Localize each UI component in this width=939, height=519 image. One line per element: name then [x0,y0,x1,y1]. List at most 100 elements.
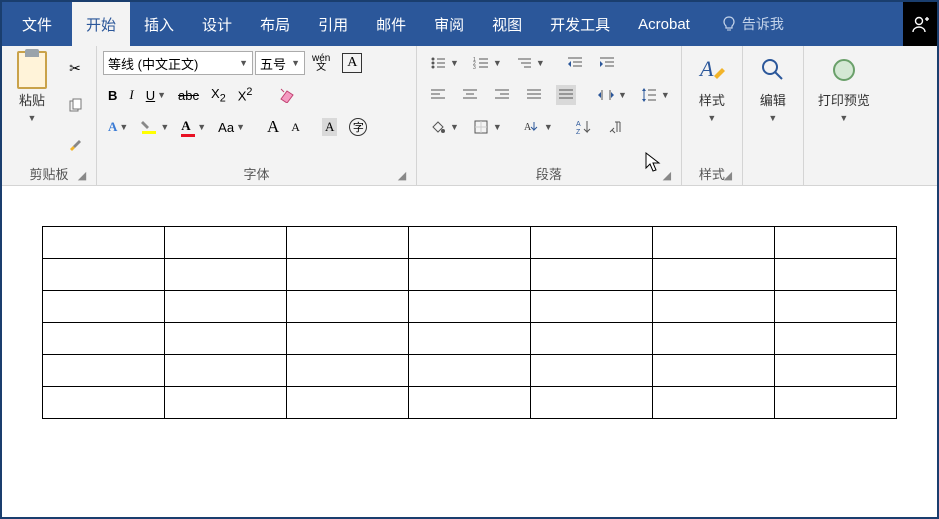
table-row[interactable] [43,323,897,355]
table-cell[interactable] [43,291,165,323]
decrease-indent-button[interactable] [560,50,590,76]
dialog-launcher-icon[interactable]: ◢ [722,169,734,181]
tell-me[interactable]: 告诉我 [710,2,796,46]
borders-button[interactable]: ▼ [466,114,507,140]
superscript-button[interactable]: X2 [233,83,258,106]
clear-format-button[interactable] [273,82,303,108]
table-cell[interactable] [165,323,287,355]
table-cell[interactable] [165,387,287,419]
table-cell[interactable] [775,227,897,259]
increase-indent-button[interactable] [592,50,622,76]
tab-design[interactable]: 设计 [188,2,246,46]
table-cell[interactable] [165,227,287,259]
subscript-button[interactable]: X2 [206,83,231,108]
table-cell[interactable] [531,323,653,355]
align-justify-button[interactable] [519,82,549,108]
sort-button[interactable]: AZ [568,114,598,140]
table-row[interactable] [43,259,897,291]
table-cell[interactable] [409,291,531,323]
table-cell[interactable] [165,291,287,323]
font-size-select[interactable]: 五号▼ [255,51,305,75]
tab-developer[interactable]: 开发工具 [536,2,624,46]
font-color-button[interactable]: A▼ [176,115,211,140]
table-cell[interactable] [287,291,409,323]
table-cell[interactable] [287,323,409,355]
align-center-button[interactable] [455,82,485,108]
table-cell[interactable] [165,259,287,291]
italic-button[interactable]: I [124,84,138,106]
table-cell[interactable] [43,355,165,387]
table-cell[interactable] [409,227,531,259]
table-cell[interactable] [653,227,775,259]
editing-button[interactable]: 编辑 ▼ [749,50,797,181]
styles-button[interactable]: A 样式 ▼ [688,50,736,162]
bold-button[interactable]: B [103,85,122,106]
highlight-button[interactable]: ▼ [135,115,174,139]
table-cell[interactable] [43,387,165,419]
char-shading-button[interactable]: A [317,115,342,139]
tab-file[interactable]: 文件 [2,2,72,46]
multilevel-button[interactable]: ▼ [509,50,550,76]
document-area[interactable] [2,186,937,517]
align-right-button[interactable] [487,82,517,108]
bullets-button[interactable]: ▼ [423,50,464,76]
tab-view[interactable]: 视图 [478,2,536,46]
table-cell[interactable] [43,323,165,355]
cut-button[interactable]: ✂ [60,55,90,81]
table-cell[interactable] [653,259,775,291]
character-border-button[interactable]: A [337,50,367,76]
tab-review[interactable]: 审阅 [420,2,478,46]
print-preview-button[interactable]: 打印预览 ▼ [810,50,878,181]
table-cell[interactable] [43,227,165,259]
table-cell[interactable] [653,323,775,355]
format-painter-button[interactable] [60,131,90,157]
numbering-button[interactable]: 123▼ [466,50,507,76]
copy-button[interactable] [60,93,90,119]
paste-button[interactable]: 粘贴 ▼ [8,50,56,162]
table-cell[interactable] [287,355,409,387]
table-cell[interactable] [775,291,897,323]
tab-mailings[interactable]: 邮件 [362,2,420,46]
tab-references[interactable]: 引用 [304,2,362,46]
table-row[interactable] [43,291,897,323]
document-table[interactable] [42,226,897,419]
table-cell[interactable] [531,291,653,323]
align-left-button[interactable] [423,82,453,108]
table-cell[interactable] [409,323,531,355]
table-cell[interactable] [287,259,409,291]
table-cell[interactable] [531,387,653,419]
grow-font-button[interactable]: A [262,114,284,140]
char-spacing-button[interactable]: ▼ [591,82,632,108]
table-cell[interactable] [775,355,897,387]
change-case-button[interactable]: Aa▼ [213,117,250,138]
font-name-select[interactable]: 等线 (中文正文)▼ [103,51,253,75]
table-cell[interactable] [409,259,531,291]
line-spacing-button[interactable]: ▼ [634,82,675,108]
table-cell[interactable] [409,387,531,419]
table-cell[interactable] [43,259,165,291]
table-row[interactable] [43,227,897,259]
shading-button[interactable]: ▼ [423,114,464,140]
table-row[interactable] [43,355,897,387]
tab-home[interactable]: 开始 [72,2,130,46]
table-row[interactable] [43,387,897,419]
table-cell[interactable] [165,355,287,387]
table-cell[interactable] [531,227,653,259]
shrink-font-button[interactable]: A [286,117,305,138]
table-cell[interactable] [287,227,409,259]
table-cell[interactable] [775,387,897,419]
table-cell[interactable] [531,355,653,387]
table-cell[interactable] [775,259,897,291]
tab-insert[interactable]: 插入 [130,2,188,46]
tab-layout[interactable]: 布局 [246,2,304,46]
strikethrough-button[interactable]: abc [173,85,204,106]
table-cell[interactable] [531,259,653,291]
phonetic-guide-button[interactable]: wén文 [307,51,335,75]
underline-button[interactable]: U▼ [141,85,171,106]
table-cell[interactable] [409,355,531,387]
align-distribute-button[interactable] [551,82,581,108]
table-cell[interactable] [653,291,775,323]
table-cell[interactable] [653,387,775,419]
table-cell[interactable] [287,387,409,419]
text-effects-button[interactable]: A▼ [103,116,133,138]
